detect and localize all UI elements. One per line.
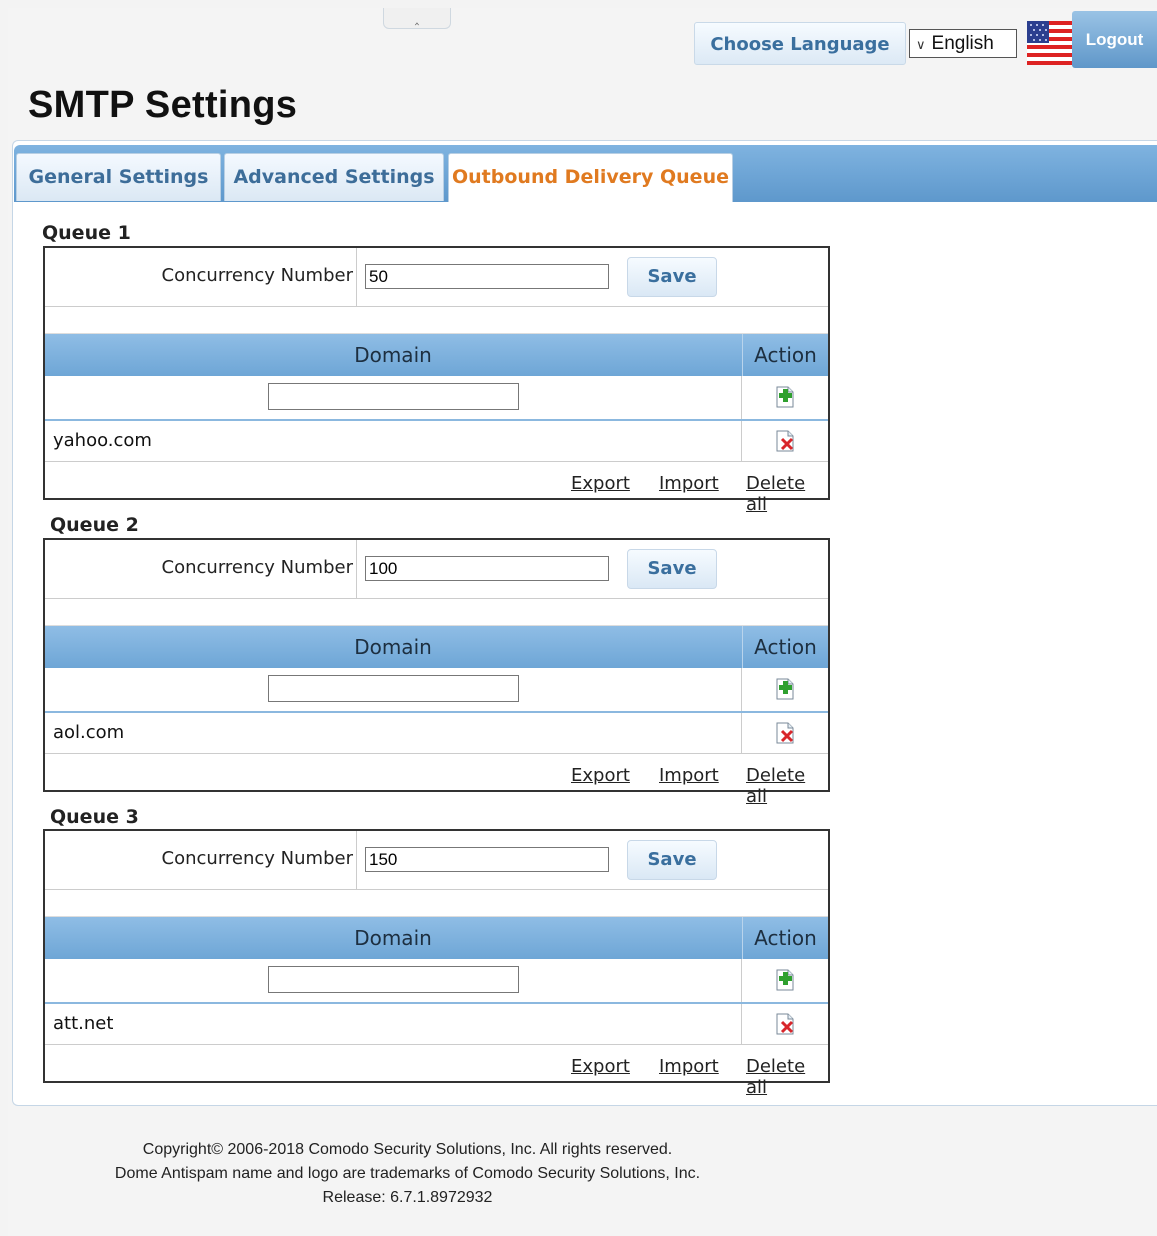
queue-1-label: Queue 1 (42, 222, 131, 244)
queue-actions: Export Import Delete all (45, 462, 828, 515)
us-flag-icon[interactable] (1027, 21, 1072, 65)
action-column-header: Action (742, 917, 828, 959)
queue-actions: Export Import Delete all (45, 1045, 828, 1098)
domain-input[interactable] (268, 675, 519, 702)
chevron-up-icon: ‸ (414, 10, 420, 25)
divider (741, 713, 742, 753)
list-item: att.net (45, 1004, 828, 1045)
delete-all-link[interactable]: Delete all (746, 765, 828, 807)
action-column-header: Action (742, 626, 828, 668)
language-selected-value: English (931, 33, 994, 54)
choose-language-button[interactable]: Choose Language (694, 22, 906, 65)
spacer (45, 599, 828, 626)
tab-general-settings[interactable]: General Settings (16, 153, 221, 201)
queue-2-box: Concurrency Number Save Domain Action ao… (43, 538, 830, 807)
spacer (45, 307, 828, 334)
delete-icon[interactable] (773, 429, 797, 453)
add-icon[interactable] (773, 385, 797, 409)
domain-table-header: Domain Action (45, 626, 828, 668)
divider (356, 831, 357, 889)
import-link[interactable]: Import (659, 473, 719, 494)
concurrency-input[interactable] (365, 264, 609, 289)
divider (741, 959, 742, 1002)
divider (741, 376, 742, 419)
list-item: aol.com (45, 713, 828, 754)
divider (741, 1004, 742, 1044)
trademark-text: Dome Antispam name and logo are trademar… (114, 1165, 701, 1182)
import-link[interactable]: Import (659, 765, 719, 786)
divider (356, 248, 357, 306)
release-text: Release: 6.7.1.8972932 (322, 1189, 493, 1206)
queue-actions: Export Import Delete all (45, 754, 828, 807)
queue-3-box: Concurrency Number Save Domain Action at… (43, 829, 830, 1098)
delete-icon[interactable] (773, 1012, 797, 1036)
add-icon[interactable] (773, 968, 797, 992)
tab-outbound-delivery-queue[interactable]: Outbound Delivery Queue (448, 153, 733, 202)
export-link[interactable]: Export (571, 473, 630, 494)
domain-item: att.net (53, 1013, 114, 1034)
delete-icon[interactable] (773, 721, 797, 745)
spacer (45, 890, 828, 917)
delete-all-link[interactable]: Delete all (746, 1056, 828, 1098)
domain-item: aol.com (53, 722, 125, 743)
export-link[interactable]: Export (571, 1056, 630, 1077)
divider (741, 668, 742, 711)
concurrency-input[interactable] (365, 847, 609, 872)
collapse-handle[interactable]: ‸ (383, 8, 451, 29)
concurrency-label: Concurrency Number (161, 848, 353, 869)
chevron-down-icon: ∨ (916, 37, 926, 52)
save-button[interactable]: Save (627, 840, 717, 880)
concurrency-row: Concurrency Number Save (45, 248, 828, 307)
save-button[interactable]: Save (627, 549, 717, 589)
domain-column-header: Domain (354, 926, 432, 950)
domain-input[interactable] (268, 966, 519, 993)
export-link[interactable]: Export (571, 765, 630, 786)
concurrency-label: Concurrency Number (161, 557, 353, 578)
footer: Copyright© 2006-2018 Comodo Security Sol… (40, 1138, 775, 1210)
add-icon[interactable] (773, 677, 797, 701)
import-link[interactable]: Import (659, 1056, 719, 1077)
add-domain-row (45, 668, 828, 713)
queue-1-box: Concurrency Number Save Domain Action ya… (43, 246, 830, 515)
delete-all-link[interactable]: Delete all (746, 473, 828, 515)
copyright-text: Copyright© 2006-2018 Comodo Security Sol… (142, 1141, 673, 1158)
page-title: SMTP Settings (28, 84, 298, 126)
save-button[interactable]: Save (627, 257, 717, 297)
list-item: yahoo.com (45, 421, 828, 462)
domain-column-header: Domain (354, 343, 432, 367)
concurrency-row: Concurrency Number Save (45, 831, 828, 890)
domain-table-header: Domain Action (45, 334, 828, 376)
domain-column-header: Domain (354, 635, 432, 659)
tab-advanced-settings[interactable]: Advanced Settings (224, 153, 444, 201)
divider (741, 421, 742, 461)
logout-button[interactable]: Logout (1072, 11, 1157, 68)
domain-input[interactable] (268, 383, 519, 410)
queue-3-label: Queue 3 (50, 806, 139, 828)
concurrency-row: Concurrency Number Save (45, 540, 828, 599)
concurrency-label: Concurrency Number (161, 265, 353, 286)
domain-item: yahoo.com (53, 430, 152, 451)
action-column-header: Action (742, 334, 828, 376)
language-select[interactable]: ∨ English (909, 29, 1017, 58)
queue-2-label: Queue 2 (50, 514, 139, 536)
add-domain-row (45, 959, 828, 1004)
domain-table-header: Domain Action (45, 917, 828, 959)
concurrency-input[interactable] (365, 556, 609, 581)
divider (356, 540, 357, 598)
add-domain-row (45, 376, 828, 421)
